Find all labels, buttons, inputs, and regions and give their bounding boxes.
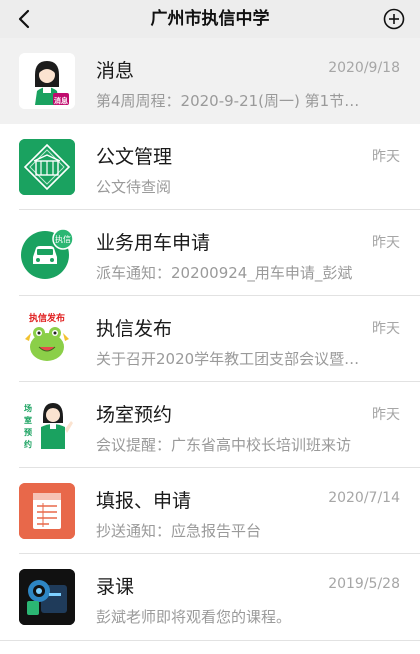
item-preview: 抄送通知：应急报告平台 <box>96 522 262 540</box>
item-date: 2019/5/28 <box>328 576 400 592</box>
list-item-room-booking[interactable]: 场 室 预 约 场室预约 昨天 会议提醒：广东省高中校长培训班来访 <box>0 382 420 468</box>
nav-header: 广州市执信中学 <box>0 0 420 38</box>
item-preview: 第4周周程：2020-9-21(周一) 第1节… <box>96 92 360 110</box>
item-date: 昨天 <box>372 235 400 251</box>
svg-text:约: 约 <box>24 439 32 449</box>
add-button[interactable] <box>378 0 410 38</box>
item-date: 昨天 <box>372 407 400 423</box>
video-camera-icon <box>19 569 75 625</box>
list-item-announcements[interactable]: 执信发布 执信发布 昨天 关于召开2020学年教工团支部会议暨… <box>0 296 420 382</box>
page-title: 广州市执信中学 <box>150 9 270 29</box>
list-item-vehicle-request[interactable]: 执信 业务用车申请 昨天 派车通知：20200924_用车申请_彭斌 <box>0 210 420 296</box>
item-name: 消息 <box>96 60 135 82</box>
item-preview: 公文待查阅 <box>96 178 172 196</box>
girl-avatar-icon: 消息 <box>19 53 75 109</box>
svg-text:室: 室 <box>24 415 32 425</box>
divider <box>0 640 420 641</box>
item-name: 场室预约 <box>96 404 173 426</box>
item-date: 2020/9/18 <box>328 60 400 76</box>
item-preview: 派车通知：20200924_用车申请_彭斌 <box>96 264 353 282</box>
item-date: 2020/7/14 <box>328 490 400 506</box>
svg-text:场: 场 <box>24 403 32 413</box>
item-preview: 关于召开2020学年教工团支部会议暨… <box>96 350 360 368</box>
item-date: 昨天 <box>372 321 400 337</box>
item-preview: 彭斌老师即将观看您的课程。 <box>96 608 292 626</box>
item-preview: 会议提醒：广东省高中校长培训班来访 <box>96 436 352 454</box>
list-item-forms[interactable]: 填报、申请 2020/7/14 抄送通知：应急报告平台 <box>0 468 420 554</box>
school-gate-icon <box>19 139 75 195</box>
svg-text:消息: 消息 <box>54 96 68 105</box>
frog-mascot-icon: 执信发布 <box>19 311 75 367</box>
svg-text:预: 预 <box>24 427 32 437</box>
plus-circle-icon <box>383 8 405 30</box>
svg-text:执信: 执信 <box>55 234 71 244</box>
item-date: 昨天 <box>372 149 400 165</box>
item-name: 业务用车申请 <box>96 232 211 254</box>
item-name: 录课 <box>96 576 135 598</box>
app-list: 消息 消息 2020/9/18 第4周周程：2020-9-21(周一) 第1节…… <box>0 38 420 640</box>
car-icon: 执信 <box>19 225 75 281</box>
item-name: 执信发布 <box>96 318 173 340</box>
student-mascot-icon: 场 室 预 约 <box>19 397 75 453</box>
list-item-messages[interactable]: 消息 消息 2020/9/18 第4周周程：2020-9-21(周一) 第1节… <box>0 38 420 124</box>
item-name: 填报、申请 <box>96 490 192 512</box>
item-name: 公文管理 <box>96 146 173 168</box>
svg-text:执信发布: 执信发布 <box>29 312 65 324</box>
list-item-lesson-recording[interactable]: 录课 2019/5/28 彭斌老师即将观看您的课程。 <box>0 554 420 640</box>
list-item-documents[interactable]: 公文管理 昨天 公文待查阅 <box>0 124 420 210</box>
form-icon <box>19 483 75 539</box>
